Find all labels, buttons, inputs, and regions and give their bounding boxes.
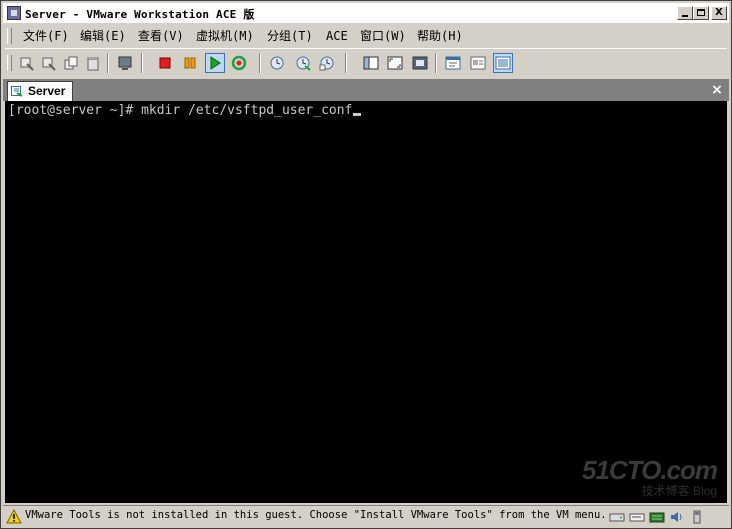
menu-help[interactable]: 帮助(H) [417, 28, 463, 44]
console-prompt: [root@server ~]# [8, 103, 142, 118]
status-bar: VMware Tools is not installed in this gu… [3, 505, 729, 528]
play-icon [210, 56, 221, 70]
trash-icon [87, 57, 99, 71]
close-button[interactable]: X [711, 6, 727, 20]
maximize-icon [697, 9, 705, 16]
text-cursor [353, 113, 362, 116]
take-snapshot-button[interactable] [267, 53, 287, 73]
revert-snapshot-button[interactable] [293, 53, 313, 73]
close-icon: X [715, 7, 723, 18]
menu-edit[interactable]: 编辑(E) [80, 28, 126, 44]
menu-ace[interactable]: ACE [326, 28, 348, 44]
summary-view-icon [445, 56, 461, 70]
reset-icon [231, 55, 247, 71]
tab-server[interactable]: Server [7, 81, 73, 101]
console-view-button[interactable] [493, 53, 513, 73]
sidebar-icon [363, 56, 379, 70]
title-bar[interactable]: Server - VMware Workstation ACE 版 X [3, 3, 729, 23]
toolbar-grip[interactable] [7, 55, 12, 71]
snapshot-manager-icon [319, 56, 334, 71]
power-on-button[interactable] [205, 53, 225, 73]
pause-icon [184, 57, 196, 69]
usb-icon [693, 510, 701, 524]
fit-window-icon [387, 56, 403, 70]
shortcut-button-2[interactable] [39, 53, 59, 73]
hard-disk-device[interactable] [609, 509, 625, 525]
menu-window[interactable]: 窗口(W) [360, 28, 406, 44]
console-view-icon [495, 56, 511, 70]
console-line: [root@server ~]# mkdir /etc/vsftpd_user_… [8, 103, 362, 118]
minimize-button[interactable] [677, 6, 693, 20]
vmware-app-icon[interactable] [7, 6, 21, 20]
menu-file[interactable]: 文件(F) [23, 28, 69, 44]
delete-button[interactable] [83, 53, 103, 73]
maximize-button[interactable] [693, 6, 709, 20]
reset-button[interactable] [229, 53, 249, 73]
network-device[interactable] [649, 509, 665, 525]
toolbar-separator [345, 53, 347, 73]
vmware-window: Server - VMware Workstation ACE 版 X 文件(F… [0, 0, 732, 529]
appliance-view-icon [470, 56, 486, 70]
clone-button[interactable] [61, 53, 81, 73]
snapshot-icon [270, 56, 284, 70]
warning-icon [6, 509, 22, 524]
toolbar-separator [107, 53, 109, 73]
console-command: mkdir /etc/vsftpd_user_conf [141, 103, 353, 118]
toolbar-separator [435, 53, 437, 73]
power-off-button[interactable] [155, 53, 175, 73]
menu-vm[interactable]: 虚拟机(M) [196, 28, 254, 44]
menu-grip[interactable] [7, 28, 12, 44]
snapshot-manager-button[interactable] [317, 53, 337, 73]
fullscreen-button[interactable] [410, 53, 430, 73]
sidebar-toggle-button[interactable] [361, 53, 381, 73]
vm-console[interactable]: [root@server ~]# mkdir /etc/vsftpd_user_… [5, 101, 727, 503]
close-tab-icon[interactable]: × [709, 81, 725, 99]
sound-icon [671, 512, 682, 522]
minimize-icon [682, 15, 688, 17]
watermark: 51CTO.com 技术博客 Blog [582, 455, 718, 499]
screen-icon [118, 56, 132, 70]
menu-view[interactable]: 查看(V) [138, 28, 184, 44]
fit-window-button[interactable] [385, 53, 405, 73]
appliance-view-button[interactable] [468, 53, 488, 73]
toolbar [5, 48, 727, 77]
tab-strip: Server × [3, 79, 729, 101]
shortcut-icon [42, 57, 56, 71]
toolbar-separator [259, 53, 261, 73]
suspend-button[interactable] [180, 53, 200, 73]
vm-icon [11, 86, 23, 97]
sound-device[interactable] [669, 509, 685, 525]
stop-icon [159, 57, 171, 69]
menu-team[interactable]: 分组(T) [267, 28, 313, 44]
shortcut-icon [20, 57, 34, 71]
hard-disk-icon [609, 513, 625, 522]
screen-button[interactable] [115, 53, 135, 73]
menu-bar: 文件(F) 编辑(E) 查看(V) 虚拟机(M) 分组(T) ACE 窗口(W)… [5, 25, 727, 47]
revert-snapshot-icon [296, 56, 311, 71]
status-message: VMware Tools is not installed in this gu… [25, 509, 607, 521]
summary-view-button[interactable] [443, 53, 463, 73]
cdrom-device[interactable] [629, 509, 645, 525]
clone-icon [64, 56, 78, 70]
window-title: Server - VMware Workstation ACE 版 [25, 8, 255, 21]
usb-device[interactable] [689, 509, 705, 525]
toolbar-separator [141, 53, 143, 73]
cdrom-icon [629, 513, 645, 522]
fullscreen-icon [412, 56, 428, 70]
shortcut-button-1[interactable] [17, 53, 37, 73]
network-icon [649, 512, 665, 523]
tab-label: Server [28, 84, 66, 98]
